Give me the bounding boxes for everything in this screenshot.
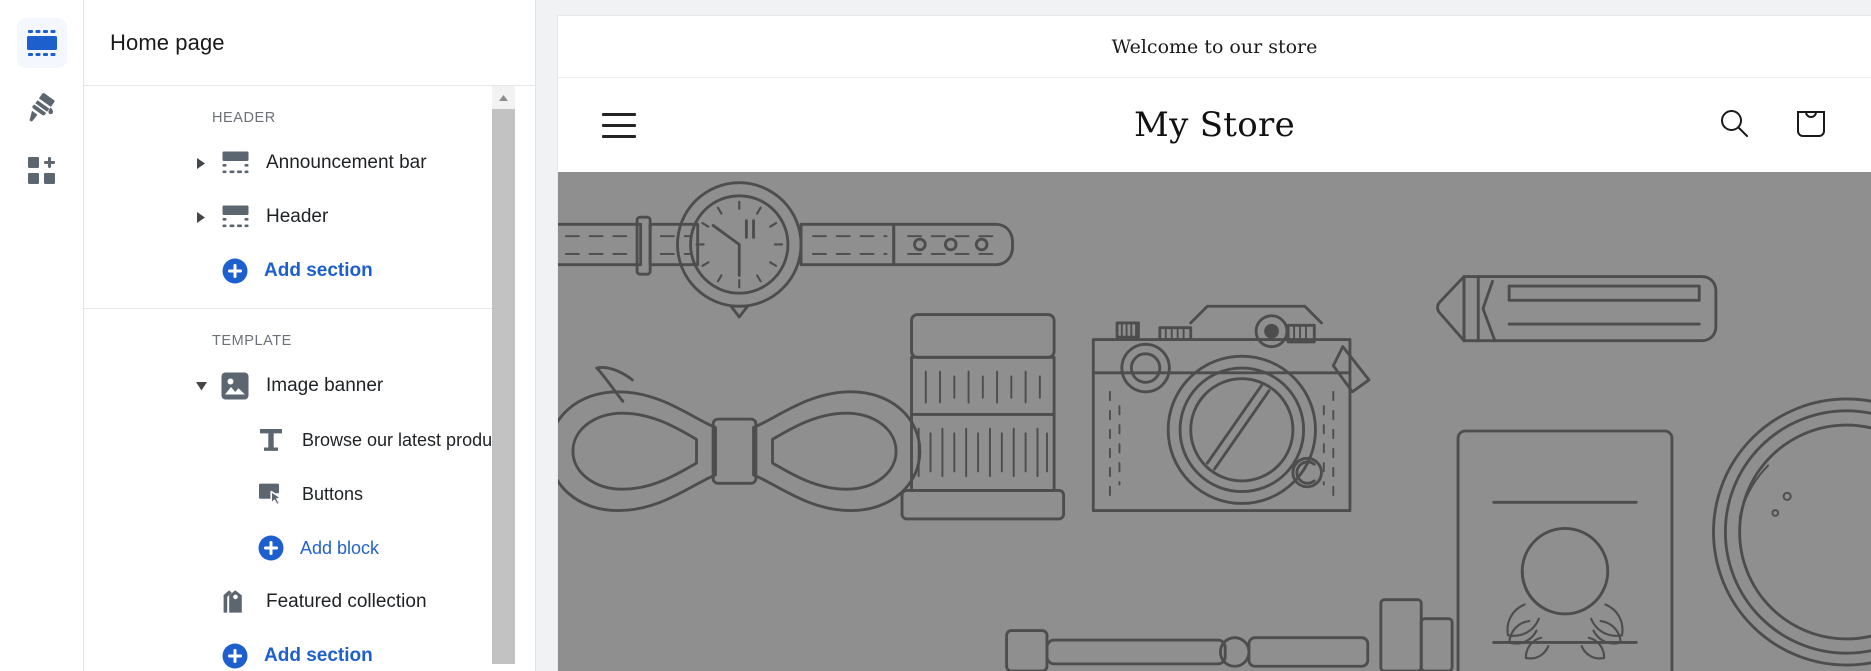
sidebar-block-label: Browse our latest products — [302, 429, 516, 450]
scroll-up-arrow-icon[interactable] — [492, 86, 515, 109]
hamburger-menu-icon[interactable] — [602, 112, 636, 138]
scrollbar-thumb[interactable] — [492, 109, 515, 664]
add-section-label: Add section — [264, 645, 373, 666]
theme-settings-icon — [27, 92, 57, 122]
announcement-text: Welcome to our store — [1111, 35, 1318, 58]
header-section-icon — [220, 202, 250, 232]
add-section-label: Add section — [264, 260, 373, 281]
sidebar-item-announcement-bar[interactable]: Announcement bar — [84, 136, 509, 190]
chevron-right-icon[interactable] — [194, 210, 208, 224]
section-group-header: HEADER Announcement bar Header Add secti… — [84, 86, 509, 308]
buttons-block-icon — [256, 479, 286, 509]
rail-item-apps[interactable] — [17, 146, 67, 196]
chevron-down-icon[interactable] — [194, 379, 208, 393]
add-circle-icon — [256, 533, 286, 563]
image-banner-icon — [220, 371, 250, 401]
apps-icon — [27, 156, 57, 186]
chevron-right-icon[interactable] — [194, 156, 208, 170]
collection-tag-icon — [220, 587, 250, 617]
add-section-button-header[interactable]: Add section — [84, 244, 509, 298]
add-section-button-template[interactable]: Add section — [84, 629, 509, 671]
sections-icon — [26, 30, 57, 56]
sidebar-item-label: Header — [266, 206, 329, 227]
add-block-button[interactable]: Add block — [84, 521, 509, 575]
announcement-bar[interactable]: Welcome to our store — [558, 16, 1871, 78]
storefront-header[interactable]: My Store — [558, 78, 1871, 172]
editor-icon-rail — [0, 0, 84, 671]
theme-editor: Home page HEADER Announcement bar Header… — [0, 0, 1871, 671]
text-block-icon — [256, 425, 286, 455]
sidebar-block-buttons[interactable]: Buttons — [84, 467, 509, 521]
store-name: My Store — [1133, 105, 1296, 145]
add-circle-icon — [220, 641, 250, 671]
sidebar-item-label: Featured collection — [266, 591, 427, 612]
header-actions — [1717, 106, 1827, 145]
group-label-template: TEMPLATE — [212, 333, 292, 349]
storefront-preview: Welcome to our store My Store — [558, 16, 1871, 671]
sidebar-block-label: Buttons — [302, 483, 364, 504]
sidebar-header: Home page — [84, 0, 535, 86]
section-group-template: TEMPLATE Image banner Browse our latest … — [84, 308, 515, 671]
sidebar-item-header[interactable]: Header — [84, 190, 509, 244]
sidebar-item-label: Announcement bar — [266, 152, 427, 173]
rail-item-theme-settings[interactable] — [17, 82, 67, 132]
add-circle-icon — [220, 256, 250, 286]
page-title: Home page — [110, 29, 225, 55]
image-banner-placeholder[interactable] — [558, 172, 1871, 671]
shopping-bag-icon[interactable] — [1795, 106, 1827, 145]
search-icon[interactable] — [1717, 106, 1751, 145]
preview-pane: Welcome to our store My Store — [536, 0, 1871, 671]
add-block-label: Add block — [300, 537, 380, 558]
sidebar-item-featured-collection[interactable]: Featured collection — [84, 575, 509, 629]
rail-item-sections[interactable] — [16, 18, 67, 68]
sidebar-item-image-banner[interactable]: Image banner — [84, 359, 509, 413]
sidebar-block-heading-text[interactable]: Browse our latest products — [84, 413, 515, 467]
group-label-header: HEADER — [212, 110, 276, 126]
announcement-bar-icon — [220, 148, 250, 178]
section-tree: HEADER Announcement bar Header Add secti… — [84, 86, 535, 671]
editor-sidebar: Home page HEADER Announcement bar Header… — [84, 0, 536, 671]
sidebar-scrollbar[interactable] — [492, 86, 515, 671]
sidebar-item-label: Image banner — [266, 375, 384, 396]
